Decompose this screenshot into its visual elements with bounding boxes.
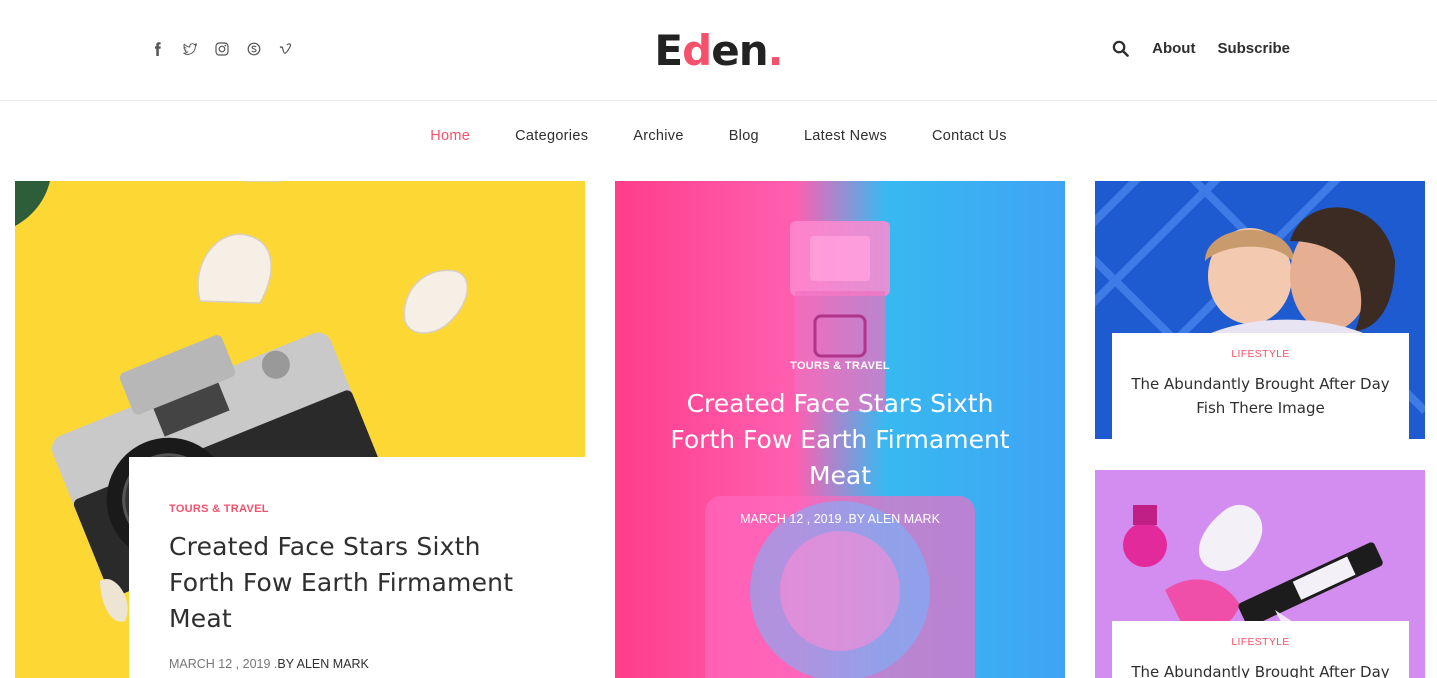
post-category[interactable]: TOURS & TRAVEL: [615, 360, 1065, 372]
logo-part: d: [682, 26, 712, 75]
search-icon[interactable]: [1110, 38, 1130, 58]
post-author[interactable]: BY ALEN MARK: [277, 657, 368, 671]
post-title[interactable]: The Abundantly Brought After Day Fish Th…: [1126, 372, 1396, 420]
about-link[interactable]: About: [1152, 40, 1195, 57]
nav-item-latest-news[interactable]: Latest News: [804, 128, 887, 144]
nav-item-contact-us[interactable]: Contact Us: [932, 128, 1007, 144]
nav-item-home[interactable]: Home: [430, 128, 470, 144]
nav-item-blog[interactable]: Blog: [729, 128, 759, 144]
nav-item-categories[interactable]: Categories: [515, 128, 588, 144]
post-meta: MARCH 12 , 2019 .BY ALEN MARK: [169, 657, 545, 671]
post-category[interactable]: TOURS & TRAVEL: [169, 503, 545, 515]
side-post-card-bottom[interactable]: LIFESTYLE The Abundantly Brought After D…: [1112, 621, 1409, 678]
header-actions: About Subscribe: [1110, 38, 1290, 58]
featured-post-card[interactable]: TOURS & TRAVEL Created Face Stars Sixth …: [129, 457, 585, 678]
post-category[interactable]: LIFESTYLE: [1112, 636, 1409, 648]
logo-part: .: [767, 26, 784, 75]
post-category[interactable]: LIFESTYLE: [1112, 348, 1409, 360]
subscribe-link[interactable]: Subscribe: [1217, 40, 1290, 57]
post-meta: MARCH 12 , 2019 .BY ALEN MARK: [740, 512, 940, 526]
post-title[interactable]: Created Face Stars Sixth Forth Fow Earth…: [169, 529, 545, 637]
center-post-overlay[interactable]: TOURS & TRAVEL Created Face Stars Sixth …: [615, 360, 1065, 526]
logo-part: en: [711, 26, 768, 75]
post-title[interactable]: The Abundantly Brought After Day: [1126, 660, 1396, 678]
nav-item-archive[interactable]: Archive: [633, 128, 683, 144]
site-header: Eden. About Subscribe: [0, 0, 1437, 101]
post-title[interactable]: Created Face Stars Sixth Forth Fow Earth…: [670, 386, 1010, 494]
side-post-card-top[interactable]: LIFESTYLE The Abundantly Brought After D…: [1112, 333, 1409, 439]
logo-part: E: [654, 26, 683, 75]
post-date: MARCH 12 , 2019 .: [169, 657, 278, 671]
main-nav: Home Categories Archive Blog Latest News…: [0, 128, 1437, 144]
